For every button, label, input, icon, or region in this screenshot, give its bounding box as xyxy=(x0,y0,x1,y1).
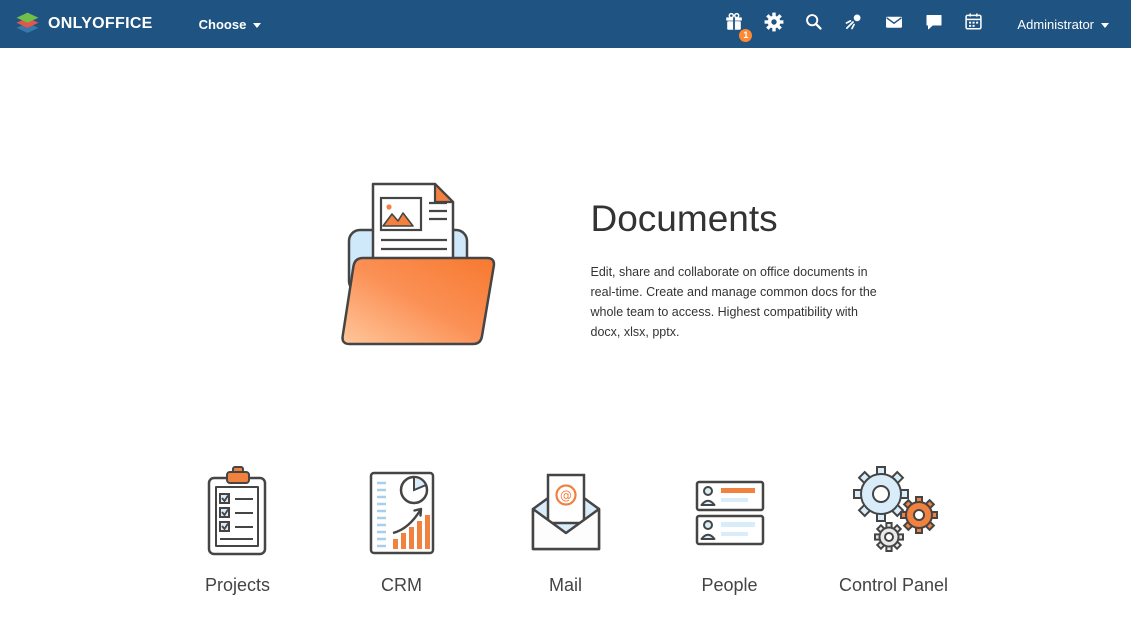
feed-icon xyxy=(844,12,863,36)
modules-row: Projects xyxy=(0,467,1131,596)
settings-button[interactable] xyxy=(758,9,789,40)
mail-button[interactable] xyxy=(878,9,909,40)
module-label: Mail xyxy=(484,575,648,596)
header-icons: 1 xyxy=(718,9,989,40)
calendar-icon xyxy=(964,12,983,36)
mail-module-icon: @ xyxy=(484,467,648,563)
search-button[interactable] xyxy=(798,9,829,40)
calendar-button[interactable] xyxy=(958,9,989,40)
feed-button[interactable] xyxy=(838,9,869,40)
chevron-down-icon xyxy=(253,23,261,28)
module-projects[interactable]: Projects xyxy=(156,467,320,596)
choose-dropdown[interactable]: Choose xyxy=(199,17,262,32)
module-label: Projects xyxy=(156,575,320,596)
user-name: Administrator xyxy=(1017,17,1094,32)
people-icon xyxy=(648,467,812,563)
documents-link-illustration[interactable] xyxy=(301,178,511,355)
crm-icon xyxy=(320,467,484,563)
projects-icon xyxy=(156,467,320,563)
module-label: People xyxy=(648,575,812,596)
module-mail[interactable]: @ Mail xyxy=(484,467,648,596)
user-menu[interactable]: Administrator xyxy=(1017,17,1109,32)
documents-folder-icon xyxy=(301,337,511,354)
documents-hero: Documents Edit, share and collaborate on… xyxy=(30,178,1131,355)
chevron-down-icon xyxy=(1101,23,1109,28)
documents-hero-text: Documents Edit, share and collaborate on… xyxy=(591,178,891,342)
svg-text:@: @ xyxy=(560,489,572,503)
logo-text: ONLYOFFICE xyxy=(48,15,153,33)
gift-badge: 1 xyxy=(739,29,752,42)
mail-icon xyxy=(884,12,904,37)
choose-label: Choose xyxy=(199,17,247,32)
module-crm[interactable]: CRM xyxy=(320,467,484,596)
talk-icon xyxy=(924,12,944,37)
module-people[interactable]: People xyxy=(648,467,812,596)
onlyoffice-layers-icon xyxy=(14,8,41,40)
documents-title-link[interactable]: Documents xyxy=(591,198,891,240)
top-bar: ONLYOFFICE Choose 1 xyxy=(0,0,1131,48)
documents-description: Edit, share and collaborate on office do… xyxy=(591,262,883,342)
module-label: Control Panel xyxy=(812,575,976,596)
module-label: CRM xyxy=(320,575,484,596)
gift-button[interactable]: 1 xyxy=(718,9,749,40)
talk-button[interactable] xyxy=(918,9,949,40)
settings-icon xyxy=(764,12,784,37)
search-icon xyxy=(804,12,823,36)
control-panel-icon xyxy=(812,467,976,563)
onlyoffice-logo[interactable]: ONLYOFFICE xyxy=(14,8,153,40)
module-control-panel[interactable]: Control Panel xyxy=(812,467,976,596)
